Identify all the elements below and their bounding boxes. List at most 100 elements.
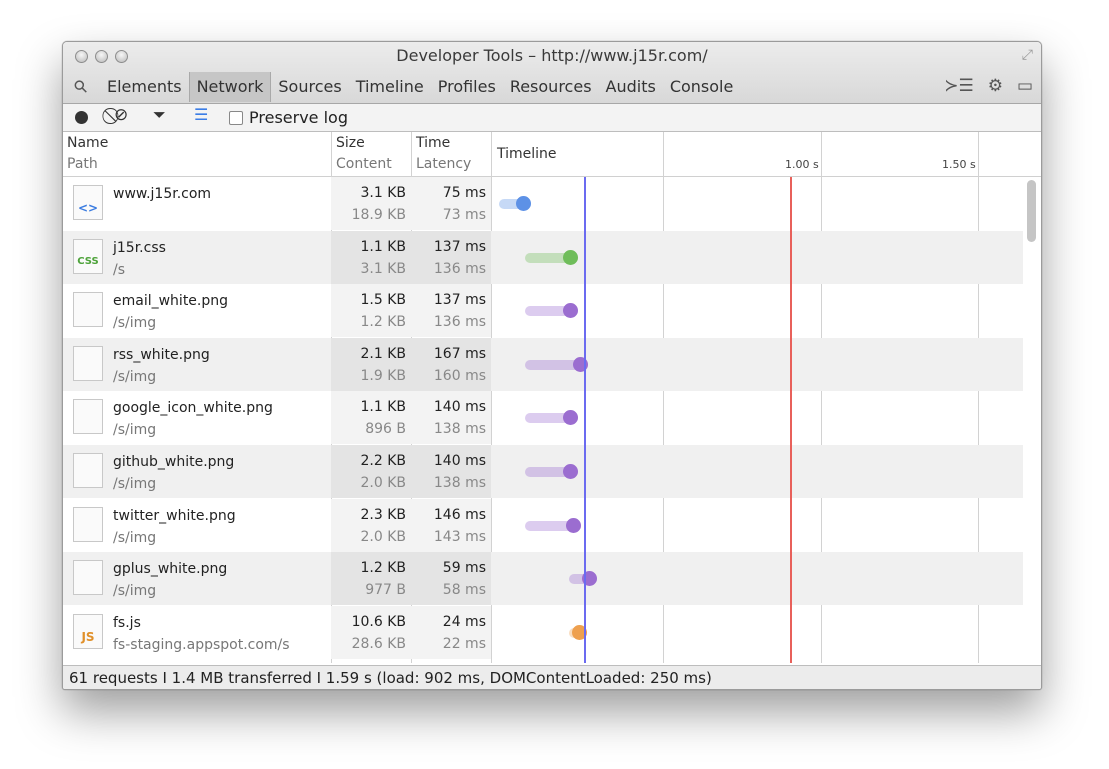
request-name: google_icon_white.png <box>113 400 273 417</box>
request-time: 167 ms <box>433 345 486 362</box>
timeline-bar-end <box>563 249 578 265</box>
request-time: 140 ms <box>433 453 486 469</box>
dock-icon[interactable]: ▭ <box>1017 76 1033 96</box>
tab-resources[interactable]: Resources <box>503 72 599 102</box>
request-name: www.j15r.com <box>113 186 212 202</box>
column-name[interactable]: Name <box>67 135 108 151</box>
search-icon[interactable]: ⚲ <box>70 76 93 99</box>
clear-icon-glyph: ⊘ <box>114 105 129 125</box>
console-drawer-icon[interactable]: ≻☰ <box>944 76 973 96</box>
request-time: 137 ms <box>433 292 486 309</box>
css-file-icon: CSS <box>73 238 103 274</box>
request-name: rss_white.png <box>113 346 210 363</box>
large-rows-icon[interactable]: ☰ <box>194 105 208 124</box>
request-path: /s/img <box>113 368 157 385</box>
request-row[interactable]: google_icon_white.png/s/img 1.1 KB 896 B 14… <box>63 391 1023 445</box>
request-row[interactable]: CSS j15r.css/s 1.1 KB 3.1 KB 137 ms 136 ms <box>63 230 1023 284</box>
request-content: 1.9 KB <box>360 367 407 384</box>
timeline-bar-end <box>563 303 578 319</box>
request-size: 1.2 KB <box>360 560 407 577</box>
request-time: 140 ms <box>433 399 486 416</box>
tab-network[interactable]: Network <box>188 72 272 102</box>
record-icon[interactable] <box>75 111 88 124</box>
request-time: 24 ms <box>442 613 486 630</box>
vertical-scrollbar[interactable] <box>1026 178 1037 660</box>
request-name: fs.js <box>113 614 141 631</box>
devtools-window: Developer Tools – http://www.j15r.com/ ⤢… <box>62 41 1042 690</box>
gear-icon[interactable]: ⚙ <box>988 76 1003 96</box>
request-row[interactable]: JS fs.js fs-staging.appspot.com/s 10.6 KB 28… <box>63 605 1023 659</box>
request-size: 3.1 KB <box>360 185 407 201</box>
column-content[interactable]: Content <box>336 156 392 172</box>
preserve-log-checkbox[interactable] <box>229 110 243 125</box>
timeline-tick-1: 1.00 s <box>785 158 819 171</box>
request-time: 137 ms <box>433 238 486 255</box>
column-latency[interactable]: Latency <box>416 156 471 172</box>
column-time[interactable]: Time <box>416 135 450 151</box>
request-row[interactable]: rss_white.png/s/img 2.1 KB 1.9 KB 167 ms 160… <box>63 337 1023 391</box>
request-row[interactable]: gplus_white.png/s/img 1.2 KB 977 B 59 ms 58 … <box>63 552 1023 606</box>
request-latency: 138 ms <box>433 421 486 438</box>
request-latency: 58 ms <box>442 582 486 599</box>
request-content: 1.2 KB <box>360 314 407 331</box>
timeline-bar-end <box>566 517 581 533</box>
request-latency: 160 ms <box>433 367 486 384</box>
tab-sources[interactable]: Sources <box>271 72 348 102</box>
grid-header: Name Path Size Content Time Latency Time… <box>63 132 1041 177</box>
tab-timeline[interactable]: Timeline <box>349 72 431 102</box>
request-size: 1.5 KB <box>360 292 407 309</box>
request-row[interactable]: github_white.png/s/img 2.2 KB 2.0 KB 140 ms… <box>63 445 1023 498</box>
tab-console[interactable]: Console <box>663 72 741 102</box>
scrollbar-thumb[interactable] <box>1027 180 1036 242</box>
window-title: Developer Tools – http://www.j15r.com/ <box>396 46 708 65</box>
request-name: gplus_white.png <box>113 561 228 578</box>
request-size: 2.1 KB <box>360 345 407 362</box>
status-bar: 61 requests I 1.4 MB transferred I 1.59 … <box>63 665 1041 689</box>
timeline-tick-2: 1.50 s <box>942 158 976 171</box>
load-event-marker <box>790 177 792 663</box>
request-row[interactable]: twitter_white.png/s/img 2.3 KB 2.0 KB 146 m… <box>63 498 1023 552</box>
tab-audits[interactable]: Audits <box>599 72 663 102</box>
request-path: /s/img <box>113 476 157 492</box>
request-size: 2.3 KB <box>360 506 407 523</box>
request-name: github_white.png <box>113 454 235 470</box>
request-latency: 22 ms <box>442 635 486 652</box>
request-time: 75 ms <box>442 185 486 201</box>
column-path[interactable]: Path <box>67 156 98 172</box>
panel-tabs: ⚲ Elements Network Sources Timeline Profiles… <box>63 72 1041 102</box>
document-file-icon: <> <box>73 185 103 220</box>
request-content: 2.0 KB <box>360 528 407 545</box>
image-file-icon <box>73 292 103 328</box>
request-name: j15r.css <box>113 239 166 256</box>
column-size[interactable]: Size <box>336 135 365 151</box>
request-size: 2.2 KB <box>360 453 407 469</box>
column-timeline[interactable]: Timeline <box>497 146 557 162</box>
request-path: fs-staging.appspot.com/s <box>113 636 290 653</box>
request-path: /s/img <box>113 583 157 600</box>
preserve-log-option[interactable]: Preserve log <box>229 108 348 127</box>
request-size: 10.6 KB <box>351 613 406 630</box>
tab-bar-actions: ≻☰ ⚙ ▭ <box>944 76 1033 96</box>
request-name: email_white.png <box>113 293 229 310</box>
image-file-icon <box>73 345 103 381</box>
tab-profiles[interactable]: Profiles <box>431 72 503 102</box>
timeline-bar-end <box>516 196 531 211</box>
request-time: 146 ms <box>433 506 486 523</box>
preserve-log-label: Preserve log <box>249 108 348 127</box>
image-file-icon <box>73 453 103 488</box>
request-row[interactable]: email_white.png/s/img 1.5 KB 1.2 KB 137 ms 1… <box>63 284 1023 338</box>
fullscreen-icon[interactable]: ⤢ <box>1022 47 1033 63</box>
tab-list: Elements Network Sources Timeline Profiles Re… <box>100 72 740 102</box>
filter-icon[interactable]: ⏷ <box>153 105 166 125</box>
request-row[interactable]: <> www.j15r.com 3.1 KB 18.9 KB 75 ms 73 ms <box>63 177 1023 230</box>
request-size: 1.1 KB <box>360 399 407 416</box>
script-file-icon: JS <box>73 613 103 649</box>
network-grid: Name Path Size Content Time Latency Time… <box>63 132 1041 663</box>
request-content: 2.0 KB <box>360 475 407 491</box>
request-path: /s/img <box>113 422 157 439</box>
request-content: 3.1 KB <box>360 260 407 277</box>
image-file-icon <box>73 560 103 596</box>
tab-elements[interactable]: Elements <box>100 72 189 102</box>
timeline-bar-end <box>563 410 578 426</box>
request-path: /s/img <box>113 529 157 546</box>
